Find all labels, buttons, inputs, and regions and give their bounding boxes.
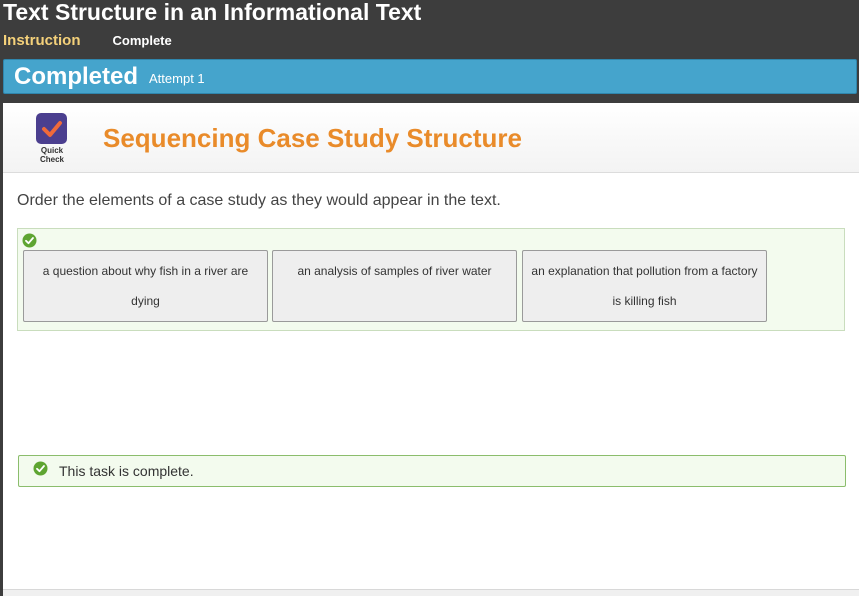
activity-header: Quick Check Sequencing Case Study Struct…	[3, 103, 859, 173]
nav-tabs: Instruction Complete	[3, 31, 172, 49]
page-title: Text Structure in an Informational Text	[3, 0, 422, 25]
quick-check-label: Quick Check	[39, 146, 64, 164]
task-complete-message: This task is complete.	[18, 455, 846, 487]
footer-divider	[3, 589, 859, 596]
answer-area: a question about why fish in a river are…	[17, 228, 845, 331]
attempt-label: Attempt 1	[149, 70, 205, 86]
sequence-card-2[interactable]: an analysis of samples of river water	[272, 250, 517, 322]
activity-content: Quick Check Sequencing Case Study Struct…	[3, 103, 859, 596]
tab-complete[interactable]: Complete	[113, 33, 172, 48]
status-title: Completed	[14, 62, 139, 90]
checkmark-icon	[36, 113, 67, 144]
tab-instruction[interactable]: Instruction	[3, 32, 81, 49]
quick-check-badge: Quick Check	[36, 113, 68, 165]
activity-title: Sequencing Case Study Structure	[103, 123, 522, 153]
sequence-card-3[interactable]: an explanation that pollution from a fac…	[522, 250, 767, 322]
instructions: Order the elements of a case study as th…	[17, 192, 501, 209]
sequence-card-1[interactable]: a question about why fish in a river are…	[23, 250, 268, 322]
complete-check-icon	[33, 461, 48, 481]
complete-text: This task is complete.	[59, 463, 194, 479]
status-bar: Completed Attempt 1	[3, 59, 857, 94]
